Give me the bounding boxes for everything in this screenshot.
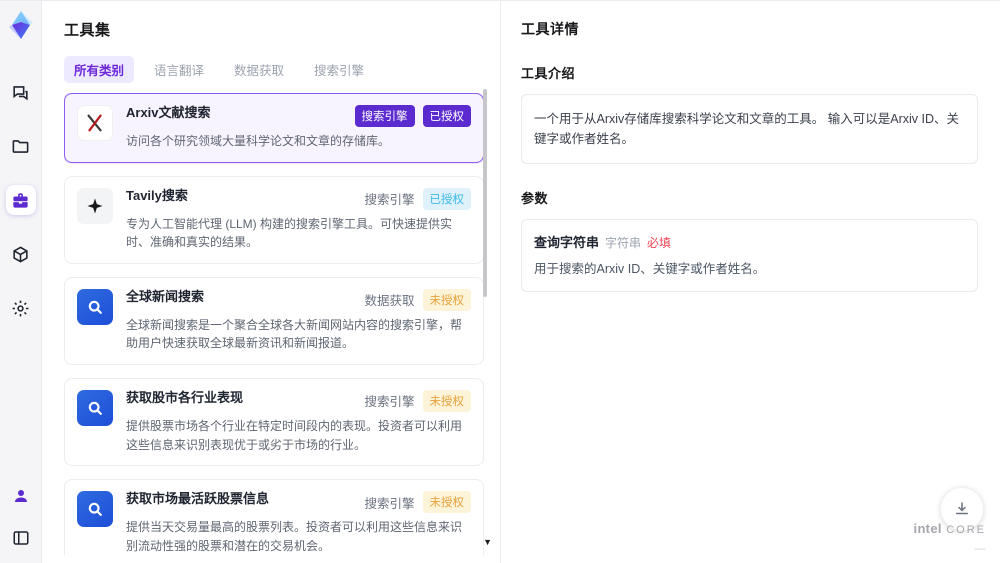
- category-badge: 搜索引擎: [354, 105, 415, 127]
- status-badge: 未授权: [422, 288, 471, 311]
- params-heading: 参数: [521, 191, 549, 206]
- category-label: 搜索引擎: [364, 193, 415, 208]
- tool-name: 获取市场最活跃股票信息: [126, 491, 270, 507]
- user-avatar-button[interactable]: [6, 481, 36, 511]
- intro-text-box: 一个用于从Arxiv存储库搜索科学论文和文章的工具。 输入可以是Arxiv ID…: [521, 94, 978, 164]
- tool-name: 获取股市各行业表现: [126, 389, 244, 405]
- gear-icon: [12, 300, 29, 316]
- page-title: 工具集: [64, 22, 111, 39]
- stock-sector-icon: [77, 389, 113, 426]
- param-card: 查询字符串 字符串 必填 用于搜索的Arxiv ID、关键字或作者姓名。: [521, 219, 978, 292]
- tool-name: 全球新闻搜索: [126, 288, 205, 304]
- toolbox-icon: [13, 192, 28, 208]
- folder-icon: [12, 139, 29, 153]
- active-stock-icon: [77, 491, 113, 528]
- detail-title: 工具详情: [521, 21, 579, 37]
- status-badge: 未授权: [422, 491, 471, 514]
- intel-tier-mark: [974, 548, 986, 551]
- tool-detail-panel: 工具详情 工具介绍 一个用于从Arxiv存储库搜索科学论文和文章的工具。 输入可…: [500, 1, 1000, 563]
- tab-search-engine[interactable]: 搜索引擎: [304, 56, 374, 83]
- tool-description: 全球新闻搜索是一个聚合全球各大新闻网站内容的搜索引擎，帮助用户快速获取全球最新资…: [126, 317, 463, 351]
- tool-card-arxiv[interactable]: Arxiv文献搜索 搜索引擎 已授权 访问各个研究领域大量科学论文和文章的存储库…: [64, 93, 484, 163]
- param-type: 字符串: [605, 236, 642, 250]
- app-logo-icon: [6, 9, 36, 41]
- tab-all-categories[interactable]: 所有类别: [64, 56, 135, 83]
- download-icon: [956, 502, 968, 515]
- sidebar-item-tools[interactable]: [5, 185, 36, 215]
- app-window: 工具集 所有类别 语言翻译 数据获取 搜索引擎 Arxiv文献搜索 搜索引擎 已…: [0, 0, 1000, 563]
- tool-card-active-stocks[interactable]: 获取市场最活跃股票信息 搜索引擎 未授权 提供当天交易量最高的股票列表。投资者可…: [64, 479, 484, 555]
- intel-core-logo: intel CORE: [914, 520, 986, 555]
- chat-icon: [13, 85, 28, 100]
- arxiv-icon: [77, 105, 113, 141]
- collapse-sidebar-button[interactable]: [6, 523, 36, 553]
- tool-name: Tavily搜索: [126, 187, 188, 203]
- panel-toggle-icon: [13, 531, 28, 545]
- sidebar-item-files[interactable]: [6, 131, 36, 161]
- tool-card-list: Arxiv文献搜索 搜索引擎 已授权 访问各个研究领域大量科学论文和文章的存储库…: [64, 93, 484, 555]
- intel-brand-text: intel: [913, 520, 942, 536]
- user-icon: [14, 490, 27, 502]
- cube-icon: [13, 245, 28, 263]
- param-required-badge: 必填: [647, 236, 672, 250]
- tool-list-panel: 工具集 所有类别 语言翻译 数据获取 搜索引擎 Arxiv文献搜索 搜索引擎 已…: [42, 1, 500, 563]
- sidebar-rail: [0, 1, 42, 563]
- tool-description: 访问各个研究领域大量科学论文和文章的存储库。: [126, 134, 391, 148]
- news-search-icon: [77, 288, 113, 325]
- param-description: 用于搜索的Arxiv ID、关键字或作者姓名。: [534, 262, 766, 276]
- sidebar-item-chat[interactable]: [6, 77, 36, 107]
- tab-data-acquisition[interactable]: 数据获取: [224, 56, 294, 83]
- intro-heading: 工具介绍: [521, 66, 576, 81]
- tool-card-global-news[interactable]: 全球新闻搜索 数据获取 未授权 全球新闻搜索是一个聚合全球各大新闻网站内容的搜索…: [64, 276, 484, 365]
- param-name: 查询字符串: [534, 235, 600, 250]
- tool-card-stock-sectors[interactable]: 获取股市各行业表现 搜索引擎 未授权 提供股票市场各个行业在特定时间段内的表现。…: [64, 377, 484, 467]
- scroll-down-arrow-icon[interactable]: ▼: [483, 537, 492, 547]
- tool-description: 专为人工智能代理 (LLM) 构建的搜索引擎工具。可快速提供实时、准确和真实的结…: [126, 216, 453, 250]
- sidebar-item-models[interactable]: [6, 239, 36, 269]
- category-label: 搜索引擎: [364, 395, 415, 410]
- status-badge: 未授权: [422, 389, 471, 412]
- category-label: 数据获取: [364, 294, 415, 309]
- tab-language-translation[interactable]: 语言翻译: [144, 56, 214, 83]
- tool-name: Arxiv文献搜索: [126, 105, 211, 120]
- sidebar-item-settings[interactable]: [6, 293, 36, 323]
- tavily-star-icon: [77, 187, 113, 224]
- list-scrollbar[interactable]: [483, 89, 487, 297]
- tool-description: 提供股票市场各个行业在特定时间段内的表现。投资者可以利用这些信息来识别表现优于或…: [126, 418, 463, 452]
- status-badge: 已授权: [422, 105, 471, 127]
- tool-description: 提供当天交易量最高的股票列表。投资者可以利用这些信息来识别流动性强的股票和潜在的…: [126, 520, 463, 553]
- intel-product-text: CORE: [946, 523, 986, 536]
- status-badge: 已授权: [422, 187, 471, 210]
- category-label: 搜索引擎: [364, 496, 415, 511]
- category-tabs: 所有类别 语言翻译 数据获取 搜索引擎: [64, 56, 500, 83]
- tool-card-tavily[interactable]: Tavily搜索 搜索引擎 已授权 专为人工智能代理 (LLM) 构建的搜索引擎…: [64, 175, 484, 264]
